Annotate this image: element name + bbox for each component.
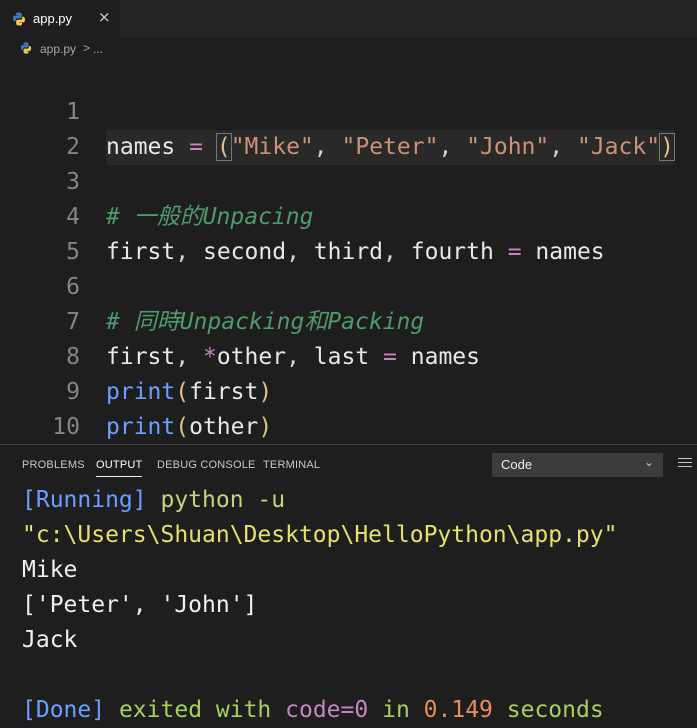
output-line: Mike: [22, 557, 78, 583]
code-line: 9 print(other): [0, 340, 697, 440]
output-line: ['Peter', 'John']: [22, 592, 258, 618]
code-line: 4 first, second, third, fourth = names: [0, 165, 697, 265]
code-line: 2: [0, 95, 697, 160]
tab-debug-console[interactable]: DEBUG CONSOLE: [157, 459, 256, 471]
code-editor[interactable]: 1 names = ("Mike", "Peter", "John", "Jac…: [0, 60, 697, 475]
python-icon: [13, 12, 25, 26]
breadcrumb: app.py > ...: [0, 38, 697, 60]
tab-bar: app.py ×: [0, 0, 697, 38]
tab-problems[interactable]: PROBLEMS: [22, 459, 85, 471]
tab-filename: app.py: [33, 11, 73, 26]
code-line: 6 # 同時Unpacking和Packing: [0, 235, 697, 335]
tab-terminal[interactable]: TERMINAL: [263, 459, 320, 471]
code-line: 10 print(last): [0, 375, 697, 475]
tab-app-py[interactable]: app.py ×: [0, 0, 120, 38]
breadcrumb-file[interactable]: app.py: [40, 42, 76, 56]
output-line: Jack: [22, 627, 78, 653]
elapsed-time: 0.149: [423, 697, 493, 723]
output-channel-value: Code: [501, 457, 533, 472]
chevron-down-icon: ⌄: [643, 455, 654, 469]
code-line: 11: [0, 410, 697, 475]
code-line: 3 # 一般的Unpacing: [0, 130, 697, 230]
running-label: [Running]: [22, 487, 147, 513]
output-channel-select[interactable]: Code ⌄: [492, 453, 663, 477]
code-line: 5: [0, 200, 697, 265]
exit-code: code=0: [285, 697, 369, 723]
chevron-right-icon: >: [83, 41, 91, 55]
code-line: 8 print(first): [0, 305, 697, 405]
output-panel[interactable]: [Running] python -u "c:\Users\Shuan\Desk…: [0, 483, 697, 727]
code-line: 7 first, *other, last = names: [0, 270, 697, 370]
exited-text: exited with: [118, 697, 272, 723]
seconds-text: seconds: [506, 697, 604, 723]
python-icon: [20, 42, 32, 54]
output-line: [Running] python -u: [22, 483, 285, 518]
output-line: [Done] exited with code=0 in 0.149 secon…: [22, 693, 604, 728]
code-line: 1 names = ("Mike", "Peter", "John", "Jac…: [0, 60, 697, 165]
tab-output[interactable]: OUTPUT: [96, 459, 143, 477]
list-filter-icon[interactable]: [678, 458, 692, 470]
output-line: "c:\Users\Shuan\Desktop\HelloPython\app.…: [22, 518, 617, 553]
close-icon[interactable]: ×: [98, 8, 111, 26]
done-label: [Done]: [22, 697, 106, 723]
path-text: "c:\Users\Shuan\Desktop\HelloPython\app.…: [22, 522, 618, 548]
breadcrumb-ellipsis[interactable]: ...: [93, 42, 103, 56]
in-text: in: [382, 697, 410, 723]
command-text: python -u: [160, 487, 286, 513]
